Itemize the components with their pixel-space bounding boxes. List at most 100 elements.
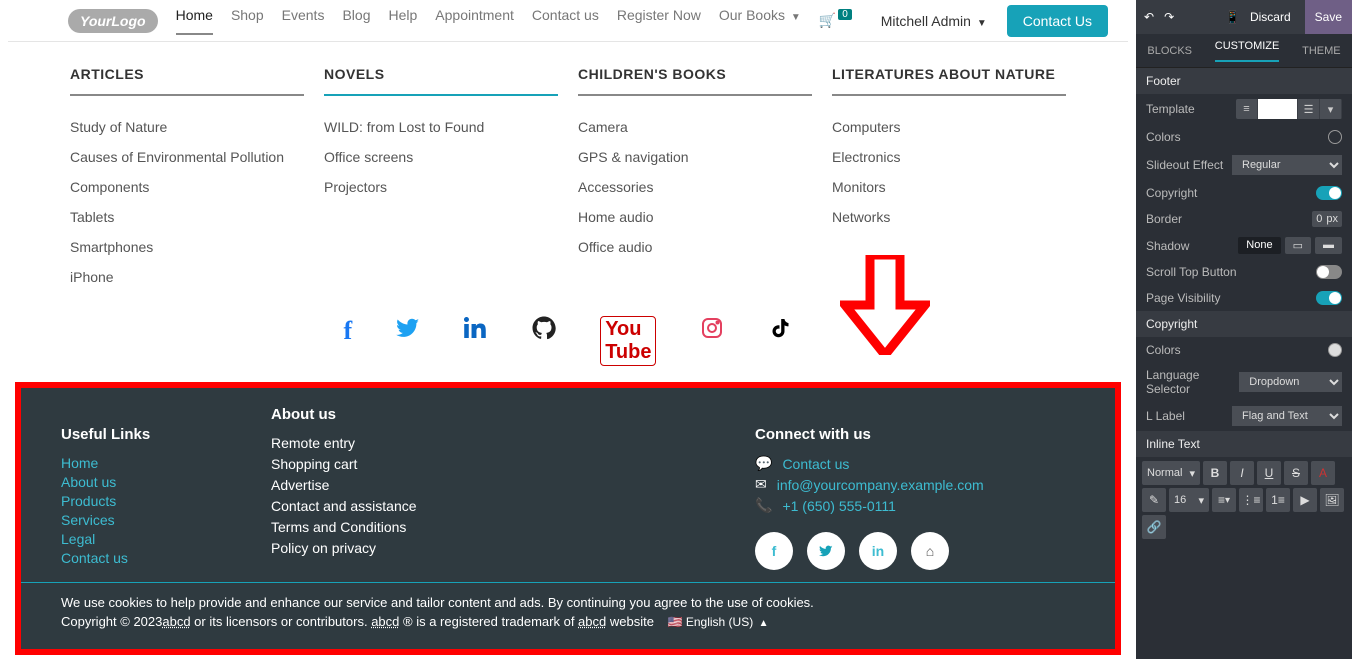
nav-home[interactable]: Home bbox=[176, 7, 213, 35]
language-selector[interactable]: 🇺🇸 English (US) ▲ bbox=[668, 615, 769, 629]
mega-item[interactable]: Computers bbox=[832, 112, 1066, 142]
mega-item[interactable]: Home audio bbox=[578, 202, 812, 232]
instagram-icon[interactable] bbox=[700, 316, 724, 366]
mega-item[interactable]: WILD: from Lost to Found bbox=[324, 112, 558, 142]
footer-about-item[interactable]: Policy on privacy bbox=[271, 540, 571, 556]
footer-about-item[interactable]: Contact and assistance bbox=[271, 498, 571, 514]
mega-item[interactable]: Projectors bbox=[324, 172, 558, 202]
mega-item[interactable]: Causes of Environmental Pollution bbox=[70, 142, 304, 172]
slideout-select[interactable]: Regular bbox=[1232, 155, 1342, 175]
nav-ourbooks[interactable]: Our Books ▼ bbox=[719, 7, 801, 35]
mega-item[interactable]: Electronics bbox=[832, 142, 1066, 172]
template-segment[interactable]: ≡ ☰ ▾ bbox=[1236, 99, 1342, 119]
label-langlabel: L Label bbox=[1146, 409, 1185, 423]
bold-button[interactable]: B bbox=[1203, 461, 1227, 485]
mega-item[interactable]: iPhone bbox=[70, 262, 304, 292]
mega-item[interactable]: Tablets bbox=[70, 202, 304, 232]
mega-item[interactable]: Camera bbox=[578, 112, 812, 142]
youtube-icon[interactable]: YouTube bbox=[600, 316, 656, 366]
github-icon[interactable] bbox=[532, 316, 556, 366]
save-button[interactable]: Save bbox=[1305, 0, 1352, 34]
shadow-outset-icon[interactable]: ▭ bbox=[1285, 237, 1311, 254]
nav-blog[interactable]: Blog bbox=[342, 7, 370, 35]
highlight-button[interactable]: ✎ bbox=[1142, 488, 1166, 512]
mega-item[interactable]: Office screens bbox=[324, 142, 558, 172]
strike-button[interactable]: S bbox=[1284, 461, 1308, 485]
nav-appointment[interactable]: Appointment bbox=[435, 7, 514, 35]
link-button[interactable]: 🔗 bbox=[1142, 515, 1166, 539]
footer-link-products[interactable]: Products bbox=[61, 493, 221, 509]
nav-contactus[interactable]: Contact us bbox=[532, 7, 599, 35]
undo-icon[interactable]: ↶ bbox=[1144, 10, 1154, 24]
cart-button[interactable]: 🛒 0 bbox=[819, 12, 852, 29]
footer-twitter-icon[interactable] bbox=[807, 532, 845, 570]
template-opt-more[interactable]: ▾ bbox=[1320, 99, 1342, 119]
facebook-icon[interactable]: f bbox=[344, 316, 353, 366]
footer-linkedin-icon[interactable]: in bbox=[859, 532, 897, 570]
italic-button[interactable]: I bbox=[1230, 461, 1254, 485]
footer-link-about[interactable]: About us bbox=[61, 474, 221, 490]
redo-icon[interactable]: ↷ bbox=[1164, 10, 1174, 24]
scrolltop-toggle[interactable] bbox=[1316, 265, 1342, 279]
image-button[interactable]: 🖼 bbox=[1320, 488, 1344, 512]
copyright-color-picker[interactable] bbox=[1328, 343, 1342, 357]
nav-register[interactable]: Register Now bbox=[617, 7, 701, 35]
shadow-inset-icon[interactable]: ▬ bbox=[1315, 237, 1342, 254]
color-picker[interactable] bbox=[1328, 130, 1342, 144]
tiktok-icon[interactable] bbox=[768, 316, 792, 366]
footer-about-item[interactable]: Remote entry bbox=[271, 435, 571, 451]
contact-us-button[interactable]: Contact Us bbox=[1007, 5, 1108, 37]
langlabel-select[interactable]: Flag and Text bbox=[1232, 406, 1342, 426]
footer-about-item[interactable]: Advertise bbox=[271, 477, 571, 493]
tab-blocks[interactable]: BLOCKS bbox=[1147, 45, 1192, 57]
footer-email-link[interactable]: info@yourcompany.example.com bbox=[777, 477, 984, 493]
template-opt-3[interactable]: ☰ bbox=[1298, 99, 1320, 119]
footer-link-services[interactable]: Services bbox=[61, 512, 221, 528]
mega-item[interactable]: Study of Nature bbox=[70, 112, 304, 142]
align-button[interactable]: ≡▾ bbox=[1212, 488, 1236, 512]
text-color-button[interactable]: A bbox=[1311, 461, 1335, 485]
label-c-colors: Colors bbox=[1146, 343, 1181, 357]
border-input[interactable]: 0 px bbox=[1312, 211, 1342, 227]
ol-button[interactable]: 1≡ bbox=[1266, 488, 1290, 512]
tab-theme[interactable]: THEME bbox=[1302, 45, 1341, 57]
shadow-none[interactable]: None bbox=[1238, 237, 1280, 254]
footer-contactus-link[interactable]: Contact us bbox=[782, 456, 849, 472]
ul-button[interactable]: ⋮≡ bbox=[1239, 488, 1263, 512]
footer-about-item[interactable]: Terms and Conditions bbox=[271, 519, 571, 535]
footer-link-contact[interactable]: Contact us bbox=[61, 550, 221, 566]
template-opt-1[interactable]: ≡ bbox=[1236, 99, 1258, 119]
pagevis-toggle[interactable] bbox=[1316, 291, 1342, 305]
twitter-icon[interactable] bbox=[396, 316, 420, 366]
linkedin-icon[interactable] bbox=[464, 316, 488, 366]
user-dropdown[interactable]: Mitchell Admin ▼ bbox=[881, 13, 987, 29]
template-opt-2[interactable] bbox=[1258, 99, 1298, 119]
media-button[interactable]: ▶ bbox=[1293, 488, 1317, 512]
langsel-select[interactable]: Dropdown bbox=[1239, 372, 1342, 392]
mega-item[interactable]: Office audio bbox=[578, 232, 812, 262]
copyright-toggle[interactable] bbox=[1316, 186, 1342, 200]
tab-customize[interactable]: CUSTOMIZE bbox=[1215, 40, 1280, 62]
footer-link-legal[interactable]: Legal bbox=[61, 531, 221, 547]
footer-link-home[interactable]: Home bbox=[61, 455, 221, 471]
mega-item[interactable]: Accessories bbox=[578, 172, 812, 202]
footer-phone-link[interactable]: +1 (650) 555-0111 bbox=[782, 498, 896, 514]
mega-col-children: CHILDREN'S BOOKS Camera GPS & navigation… bbox=[568, 66, 822, 292]
logo[interactable]: YourLogo bbox=[68, 9, 158, 33]
footer-about-item[interactable]: Shopping cart bbox=[271, 456, 571, 472]
discard-button[interactable]: Discard bbox=[1250, 10, 1291, 24]
footer-home-icon[interactable]: ⌂ bbox=[911, 532, 949, 570]
mega-item[interactable]: Monitors bbox=[832, 172, 1066, 202]
underline-button[interactable]: U bbox=[1257, 461, 1281, 485]
nav-shop[interactable]: Shop bbox=[231, 7, 264, 35]
nav-help[interactable]: Help bbox=[388, 7, 417, 35]
mobile-preview-icon[interactable]: 📱 bbox=[1225, 10, 1240, 24]
font-style-select[interactable]: Normal▾ bbox=[1142, 461, 1200, 485]
font-size-select[interactable]: 16▾ bbox=[1169, 488, 1209, 512]
mega-item[interactable]: Networks bbox=[832, 202, 1066, 232]
mega-item[interactable]: Components bbox=[70, 172, 304, 202]
nav-events[interactable]: Events bbox=[282, 7, 325, 35]
mega-item[interactable]: Smartphones bbox=[70, 232, 304, 262]
mega-item[interactable]: GPS & navigation bbox=[578, 142, 812, 172]
footer-facebook-icon[interactable]: f bbox=[755, 532, 793, 570]
